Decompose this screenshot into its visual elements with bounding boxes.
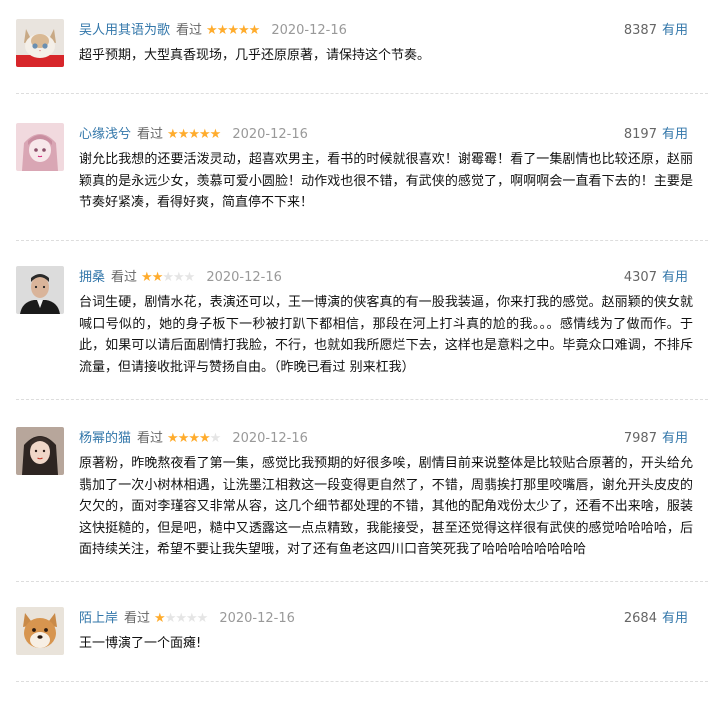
review-text: 原著粉，昨晚熬夜看了第一集，感觉比我预期的好很多唉，剧情目前来说整体是比较贴合原… <box>79 456 693 557</box>
star-filled-icon: ★ <box>227 23 239 38</box>
review-date: 2020-12-16 <box>206 270 282 285</box>
divider <box>16 681 708 682</box>
star-empty-icon: ★ <box>186 611 198 626</box>
useful-button[interactable]: 有用 <box>662 611 688 626</box>
watch-status: 看过 <box>124 611 151 626</box>
rating-stars: ★★★★★ <box>167 430 222 448</box>
review-text: 台词生硬，剧情水花，表演还可以，王一博演的侠客真的有一股我装逼，你来打我的感觉。… <box>79 295 693 375</box>
star-filled-icon: ★ <box>238 23 250 38</box>
star-empty-icon: ★ <box>175 611 187 626</box>
star-filled-icon: ★ <box>199 127 211 142</box>
star-empty-icon: ★ <box>183 270 196 285</box>
vote-count: 4307 <box>623 270 657 285</box>
username-link[interactable]: 杨幂的猫 <box>79 430 131 448</box>
star-empty-icon: ★ <box>196 611 209 626</box>
vote-count: 8387 <box>623 23 657 38</box>
star-filled-icon: ★ <box>199 431 211 446</box>
username-link[interactable]: 陌上岸 <box>79 610 118 628</box>
star-empty-icon: ★ <box>164 611 177 626</box>
review-list: 吴人用其语为歌 看过 ★★★★★ 2020-12-16 8387 有用 超乎预期，… <box>0 0 724 702</box>
useful-button[interactable]: 有用 <box>662 127 688 142</box>
review-date: 2020-12-16 <box>219 611 295 626</box>
rating-stars: ★★★★★ <box>141 269 196 287</box>
star-filled-icon: ★ <box>188 431 200 446</box>
watch-status: 看过 <box>111 270 138 285</box>
review-meta: 吴人用其语为歌 看过 ★★★★★ 2020-12-16 <box>79 22 347 40</box>
useful-button[interactable]: 有用 <box>662 431 688 446</box>
vote-count: 2684 <box>623 611 657 626</box>
star-empty-icon: ★ <box>173 270 185 285</box>
review-text: 王一博演了一个面瘫! <box>79 636 202 651</box>
divider <box>16 240 708 241</box>
star-filled-icon: ★ <box>167 431 179 446</box>
man-portrait-avatar[interactable] <box>16 266 64 314</box>
review-meta: 杨幂的猫 看过 ★★★★★ 2020-12-16 <box>79 430 308 448</box>
cat-avatar[interactable] <box>16 19 64 67</box>
review-date: 2020-12-16 <box>232 127 308 142</box>
star-filled-icon: ★ <box>209 127 222 142</box>
divider <box>16 93 708 94</box>
rating-stars: ★★★★★ <box>154 610 209 628</box>
star-filled-icon: ★ <box>141 270 153 285</box>
shiba-dog-avatar[interactable] <box>16 607 64 655</box>
vote-area: 2684 有用 <box>624 610 688 628</box>
star-filled-icon: ★ <box>177 431 190 446</box>
review-date: 2020-12-16 <box>271 23 347 38</box>
star-filled-icon: ★ <box>216 23 229 38</box>
vote-area: 7987 有用 <box>624 430 688 448</box>
username-link[interactable]: 心缘浅兮 <box>79 126 131 144</box>
watch-status: 看过 <box>137 127 164 142</box>
star-empty-icon: ★ <box>209 431 222 446</box>
vote-area: 8197 有用 <box>624 126 688 144</box>
vote-count: 7987 <box>623 431 657 446</box>
useful-button[interactable]: 有用 <box>662 270 688 285</box>
vote-count: 8197 <box>623 127 657 142</box>
star-filled-icon: ★ <box>206 23 218 38</box>
rating-stars: ★★★★★ <box>167 126 222 144</box>
vote-area: 8387 有用 <box>624 22 688 40</box>
useful-button[interactable]: 有用 <box>662 23 688 38</box>
star-empty-icon: ★ <box>162 270 174 285</box>
username-link[interactable]: 吴人用其语为歌 <box>79 22 170 40</box>
anime-girl-avatar[interactable] <box>16 123 64 171</box>
vote-area: 4307 有用 <box>624 269 688 287</box>
review-meta: 拥桑 看过 ★★★★★ 2020-12-16 <box>79 269 282 287</box>
watch-status: 看过 <box>176 23 203 38</box>
star-filled-icon: ★ <box>188 127 200 142</box>
star-filled-icon: ★ <box>151 270 164 285</box>
review-meta: 陌上岸 看过 ★★★★★ 2020-12-16 <box>79 610 295 628</box>
review-text: 谢允比我想的还要活泼灵动，超喜欢男主，看书的时候就很喜欢！谢霉霉！看了一集剧情也… <box>79 152 693 210</box>
star-filled-icon: ★ <box>248 23 261 38</box>
watch-status: 看过 <box>137 431 164 446</box>
woman-portrait-avatar[interactable] <box>16 427 64 475</box>
star-filled-icon: ★ <box>167 127 179 142</box>
divider <box>16 581 708 582</box>
divider <box>16 399 708 400</box>
star-filled-icon: ★ <box>154 611 166 626</box>
star-filled-icon: ★ <box>177 127 190 142</box>
review-date: 2020-12-16 <box>232 431 308 446</box>
username-link[interactable]: 拥桑 <box>79 269 105 287</box>
review-meta: 心缘浅兮 看过 ★★★★★ 2020-12-16 <box>79 126 308 144</box>
rating-stars: ★★★★★ <box>206 22 261 40</box>
review-text: 超乎预期，大型真香现场，几乎还原原著，请保持这个节奏。 <box>79 48 431 63</box>
